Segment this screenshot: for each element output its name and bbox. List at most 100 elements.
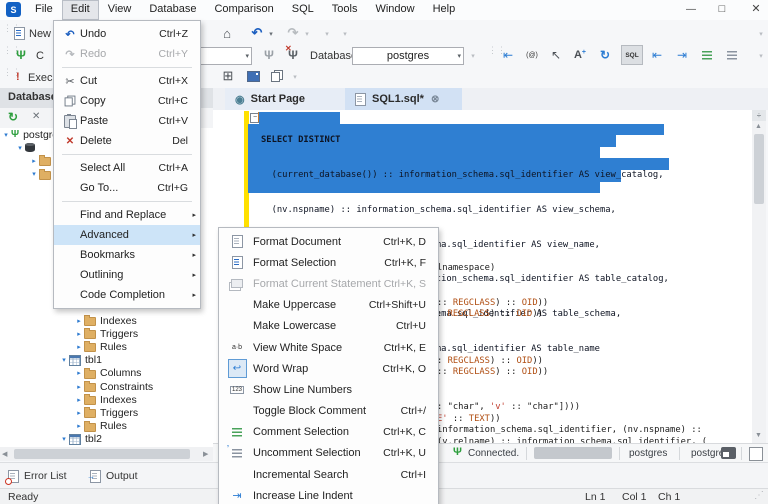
menu-item-paste[interactable]: Paste Ctrl+V [54,111,200,131]
close-button[interactable]: ✕ [746,1,766,18]
menu-item-format-current-statement[interactable]: Format Current Statement Ctrl+K, S [219,273,438,294]
database-combobox[interactable]: postgres ▾ [352,47,464,65]
regex-at-icon[interactable]: (@) [523,46,541,64]
scroll-thumb[interactable] [14,449,190,459]
decrease-indent-icon[interactable]: ⇤ [648,46,666,64]
menu-item-advanced[interactable]: Advanced ▸ [54,225,200,245]
menu-sql[interactable]: SQL [283,0,323,20]
disconnect-icon[interactable]: Ψ ✕ [284,44,302,64]
menu-window[interactable]: Window [366,0,423,20]
query-profiler-icon[interactable]: ⊞ [219,67,237,85]
chevron-down-icon[interactable]: ▾ [59,435,69,443]
tree-item-indexes[interactable]: ▸ Indexes [0,393,213,406]
home-icon[interactable]: ⌂ [218,24,236,42]
menu-item-copy[interactable]: Copy Ctrl+C [54,91,200,111]
redo-icon[interactable]: ↷ [284,24,302,42]
minimize-button[interactable]: — [681,1,701,18]
chevron-right-icon[interactable]: ▸ [74,422,84,430]
chevron-right-icon[interactable]: ▸ [74,369,84,377]
tree-item-indexes[interactable]: ▸ Indexes [0,314,213,327]
tree-item-constraints[interactable]: ▸ Constraints [0,380,213,393]
new-sql-icon[interactable] [14,27,25,40]
menu-item-code-completion[interactable]: Code Completion ▸ [54,285,200,305]
increase-indent-icon[interactable]: ⇥ [673,46,691,64]
menu-item-uncomment-selection[interactable]: ’ Uncomment Selection Ctrl+K, U [219,443,438,464]
tree-item-columns[interactable]: ▸ Columns [0,367,213,380]
toolbar-overflow-icon[interactable]: ▾ [756,52,766,60]
menu-item-delete[interactable]: ✕ Delete Del [54,131,200,151]
tree-item-triggers[interactable]: ▸ Triggers [0,406,213,419]
scroll-thumb[interactable] [754,134,764,204]
export-icon[interactable] [268,67,286,85]
tab-start-page[interactable]: ◉ Start Page [225,88,355,110]
chevron-down-icon[interactable]: ▾ [1,131,11,139]
chevron-right-icon[interactable]: ▸ [29,157,39,165]
font-grow-icon[interactable]: A + [571,46,589,64]
refresh-icon[interactable]: ↻ [596,46,614,64]
menu-item-increase-line-indent[interactable]: ⇥ Increase Line Indent [219,485,438,504]
toolbar-grip[interactable]: ⋮⋮ [3,46,21,55]
undo-icon[interactable]: ↶ [248,24,266,42]
execute-icon[interactable]: ! [16,71,20,83]
scroll-left-icon[interactable]: ◀ [2,450,7,458]
tab-error-list[interactable]: Error List [5,467,67,485]
resize-grip-icon[interactable]: ⋰ [754,490,764,501]
scroll-right-icon[interactable]: ▶ [203,450,208,458]
database-name[interactable]: postgres [629,448,667,459]
menu-item-select-all[interactable]: Select All Ctrl+A [54,158,200,178]
menu-database[interactable]: Database [140,0,205,20]
sql-format-icon[interactable]: SQL [621,45,643,65]
menu-item-incremental-search[interactable]: Incremental Search Ctrl+I [219,464,438,485]
tab-sql1[interactable]: SQL1.sql* ⊗ [345,88,462,110]
tab-close-icon[interactable]: ⊗ [431,94,439,105]
menu-help[interactable]: Help [424,0,465,20]
split-editor-handle[interactable]: ÷ [752,110,766,121]
menu-item-bookmarks[interactable]: Bookmarks ▸ [54,245,200,265]
chevron-right-icon[interactable]: ▸ [74,343,84,351]
chevron-right-icon[interactable]: ▸ [74,317,84,325]
explorer-hscrollbar[interactable]: ◀ ▶ [0,447,213,461]
new-button[interactable]: New [29,28,51,40]
menu-item-show-line-numbers[interactable]: 123 Show Line Numbers [219,379,438,400]
tree-item-rules[interactable]: ▸ Rules [0,340,213,353]
tree-item-tbl2[interactable]: ▾ tbl2 [0,433,213,446]
chevron-right-icon[interactable]: ▸ [74,409,84,417]
toolbar-overflow-icon[interactable]: ▾ [756,30,766,38]
history-dropdown-icon[interactable]: ▾ [322,30,332,38]
menu-item-format-selection[interactable]: Format Selection Ctrl+K, F [219,252,438,273]
tree-item-tbl1[interactable]: ▾ tbl1 [0,354,213,367]
menu-view[interactable]: View [99,0,141,20]
uncomment-icon[interactable] [723,46,741,64]
menu-edit[interactable]: Edit [61,0,99,20]
comment-icon[interactable] [698,46,716,64]
menu-item-view-white-space[interactable]: a·b View White Space Ctrl+K, E [219,337,438,358]
tree-item-triggers[interactable]: ▸ Triggers [0,327,213,340]
chevron-down-icon[interactable]: ▾ [15,144,25,152]
menu-item-outlining[interactable]: Outlining ▸ [54,265,200,285]
new-connection-icon[interactable]: Ψ [12,46,30,64]
chevron-right-icon[interactable]: ▸ [74,396,84,404]
chevron-right-icon[interactable]: ▸ [74,383,84,391]
menu-item-cut[interactable]: ✂ Cut Ctrl+X [54,71,200,91]
menu-item-find-and-replace[interactable]: Find and Replace ▸ [54,205,200,225]
menu-item-make-uppercase[interactable]: Make Uppercase Ctrl+Shift+U [219,295,438,316]
query-plan-icon[interactable] [244,67,262,85]
explorer-refresh-icon[interactable]: ↻ [8,110,18,124]
menu-comparison[interactable]: Comparison [205,0,282,20]
chevron-down-icon[interactable]: ▾ [59,356,69,364]
chevron-right-icon[interactable]: ▸ [74,330,84,338]
explorer-stop-icon[interactable]: ✕ [32,111,40,122]
editor-vscrollbar[interactable]: ÷ ▲ ▼ [752,110,766,443]
tab-output[interactable]: → Output [87,467,138,485]
layout-toggle-icon[interactable] [721,447,736,459]
connect-icon[interactable]: Ψ [260,46,278,64]
toolbar-grip[interactable]: ⋮⋮ [488,46,506,55]
format-outdent-icon[interactable]: ⇤ [499,46,517,64]
scroll-down-icon[interactable]: ▼ [755,432,762,439]
connection-button[interactable]: C [36,50,44,62]
menu-file[interactable]: File [26,0,62,20]
menu-item-redo[interactable]: ↷ Redo Ctrl+Y [54,44,200,64]
menu-item-word-wrap[interactable]: ↩ Word Wrap Ctrl+K, O [219,358,438,379]
history-dropdown-icon[interactable]: ▾ [340,30,350,38]
menu-item-format-document[interactable]: Format Document Ctrl+K, D [219,231,438,252]
